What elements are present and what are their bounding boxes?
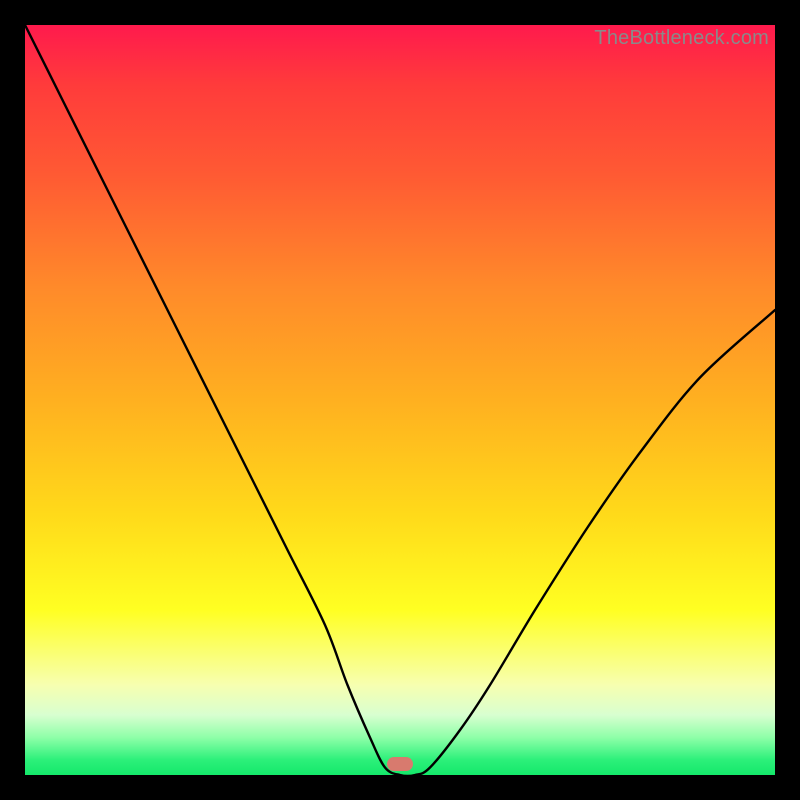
curve-path [25, 25, 775, 775]
optimum-marker [387, 757, 413, 771]
chart-plot-area: TheBottleneck.com [25, 25, 775, 775]
bottleneck-curve [25, 25, 775, 775]
